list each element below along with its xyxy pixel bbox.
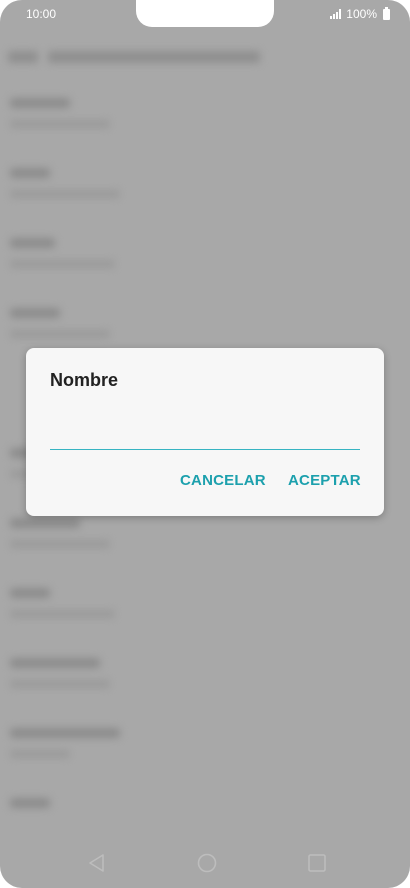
navigation-bar [0, 838, 410, 888]
battery-icon [383, 6, 390, 20]
dialog-title: Nombre [50, 370, 119, 390]
status-indicators: 100% [330, 6, 390, 21]
name-input[interactable] [50, 412, 360, 450]
battery-percent: 100% [346, 7, 377, 21]
home-icon[interactable] [196, 852, 218, 874]
phone-screen: 10:00 100% Nombre CANCELAR ACEPTAR [0, 0, 410, 888]
back-icon[interactable] [86, 852, 108, 874]
recent-apps-icon[interactable] [306, 852, 328, 874]
accept-button[interactable]: ACEPTAR [288, 472, 361, 489]
cancel-button[interactable]: CANCELAR [180, 472, 266, 489]
signal-icon [330, 9, 342, 19]
name-dialog: Nombre CANCELAR ACEPTAR [26, 348, 384, 516]
camera-notch [136, 0, 274, 27]
status-time: 10:00 [26, 7, 57, 21]
